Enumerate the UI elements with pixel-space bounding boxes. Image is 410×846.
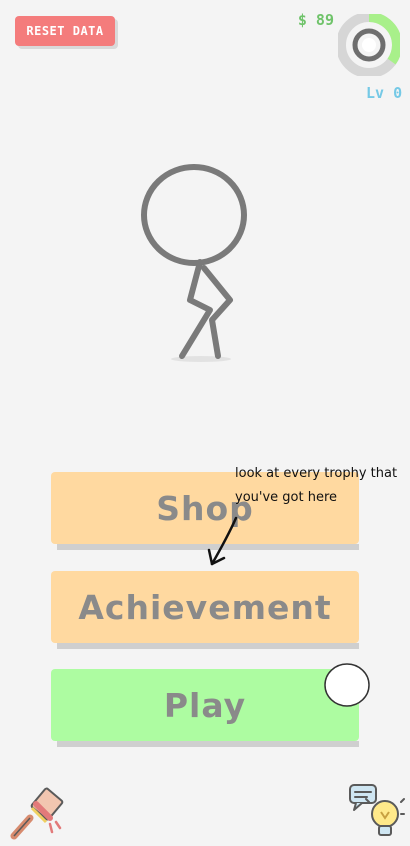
level-progress-ring — [338, 14, 400, 76]
lightbulb-icon[interactable] — [347, 782, 405, 840]
figure-head — [141, 164, 247, 266]
achievement-button[interactable]: Achievement — [51, 571, 359, 649]
touch-bubble — [324, 663, 370, 707]
figure-body — [179, 259, 213, 359]
play-button[interactable]: Play — [51, 669, 359, 747]
level-label: Lv 0 — [366, 84, 403, 102]
play-button-shadow — [57, 741, 359, 747]
stick-figure — [141, 164, 247, 362]
paint-brush-icon[interactable] — [6, 786, 66, 842]
hint-arrow-icon — [207, 516, 238, 566]
achievement-button-shadow — [57, 643, 359, 649]
play-button-label: Play — [163, 685, 247, 725]
money-counter: $ 89 — [297, 11, 334, 29]
achievement-button-label: Achievement — [78, 587, 332, 627]
reset-data-button[interactable]: RESET DATA — [15, 16, 115, 46]
hint-text: look at every trophy that you've got her… — [235, 466, 398, 505]
level-ring-hole — [362, 38, 376, 52]
